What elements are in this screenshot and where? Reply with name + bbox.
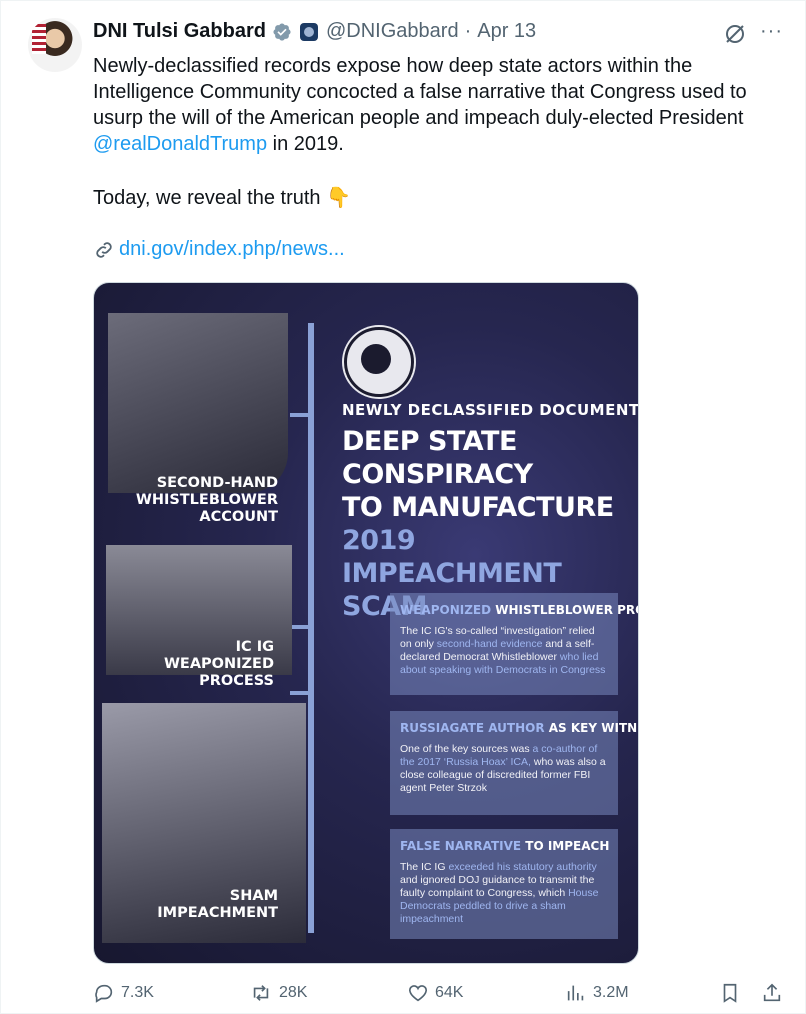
link-icon [96, 241, 112, 258]
info-box-weaponized: WEAPONIZED WHISTLEBLOWER PROCESS The IC … [390, 593, 638, 695]
bookmark-icon [723, 983, 737, 1003]
timeline-tick [290, 625, 312, 629]
tweet-link[interactable]: dni.gov/index.php/news... [93, 238, 345, 261]
verified-badge-icon[interactable] [272, 22, 292, 42]
box-title-highlight: WEAPONIZED [400, 603, 492, 617]
tweet-actions: 7.3K 28K 64K 3.2M [93, 982, 783, 1006]
info-box-russiagate: RUSSIAGATE AUTHOR AS KEY WITNESS One of … [390, 711, 638, 815]
timeline-tick [290, 413, 312, 417]
box-text-highlight: second-hand evidence [436, 638, 543, 650]
caption-ic-ig: IC IG WEAPONIZED PROCESS [163, 639, 274, 689]
author-avatar[interactable] [28, 18, 82, 72]
box-text: One of the key sources was [400, 743, 533, 755]
grok-icon[interactable] [723, 22, 747, 46]
bookmark-button[interactable] [719, 982, 747, 1004]
timeline-tick [290, 691, 312, 695]
author-handle[interactable]: @DNIGabbard [326, 20, 459, 43]
box-title: RUSSIAGATE AUTHOR AS KEY WITNESS [400, 721, 638, 735]
infographic-subheading: NEWLY DECLASSIFIED DOCUMENTS EXPOSE [342, 401, 639, 419]
box-title-rest: WHISTLEBLOWER PROCESS [495, 603, 638, 617]
box-title: FALSE NARRATIVE TO IMPEACH [400, 839, 610, 853]
heading-line-3: 2019 IMPEACHMENT [342, 525, 562, 589]
view-count: 3.2M [593, 984, 629, 1001]
header-separator: · [464, 20, 472, 42]
repost-count: 28K [279, 984, 308, 1001]
box-text: The IC IG [400, 861, 449, 873]
tweet-date[interactable]: Apr 13 [477, 20, 536, 43]
box-body: One of the key sources was a co-author o… [400, 743, 608, 795]
box-body: The IC IG exceeded his statutory authori… [400, 861, 608, 926]
repost-icon [253, 985, 269, 1001]
odni-seal-icon [344, 327, 414, 397]
caption-sham: SHAM IMPEACHMENT [157, 888, 278, 921]
tweet-today-line: Today, we reveal the truth 👇 [93, 187, 351, 209]
box-text: and ignored DOJ guidance to transmit the… [400, 874, 595, 899]
share-icon [763, 983, 781, 1002]
box-title-highlight: RUSSIAGATE AUTHOR [400, 721, 545, 735]
box-title-rest: AS KEY WITNESS [548, 721, 638, 735]
box-body: The IC IG's so-called “investigation” re… [400, 625, 608, 677]
infographic-image[interactable]: SECOND-HAND WHISTLEBLOWER ACCOUNT IC IG … [93, 282, 639, 964]
link-text[interactable]: dni.gov/index.php/news... [119, 238, 345, 261]
caption-second-hand: SECOND-HAND WHISTLEBLOWER ACCOUNT [135, 475, 278, 525]
tweet-text: Newly-declassified records expose how de… [93, 53, 783, 157]
heading-line-1: DEEP STATE CONSPIRACY [342, 426, 533, 490]
share-button[interactable] [761, 982, 789, 1004]
info-box-false-narrative: FALSE NARRATIVE TO IMPEACH The IC IG exc… [390, 829, 618, 939]
views-button[interactable]: 3.2M [565, 982, 629, 1004]
box-title: WEAPONIZED WHISTLEBLOWER PROCESS [400, 603, 638, 617]
like-count: 64K [435, 984, 464, 1001]
views-chart-icon [567, 985, 584, 1001]
tweet-text-body: Newly-declassified records expose how de… [93, 55, 747, 129]
flag-image [32, 24, 46, 54]
box-title-highlight: FALSE NARRATIVE [400, 839, 522, 853]
government-affiliation-icon[interactable] [299, 22, 318, 41]
author-name[interactable]: DNI Tulsi Gabbard [93, 20, 266, 43]
box-title-rest: TO IMPEACH [521, 839, 610, 853]
heading-line-2: TO MANUFACTURE [342, 492, 614, 523]
trump-photo [108, 313, 288, 493]
reply-icon [95, 984, 113, 1003]
reply-count: 7.3K [121, 984, 154, 1001]
repost-button[interactable]: 28K [249, 982, 307, 1004]
tweet-header: DNI Tulsi Gabbard @DNIGabbard · Apr 13 [93, 20, 536, 43]
more-options-icon[interactable]: ··· [760, 20, 783, 43]
heart-icon [408, 985, 428, 1002]
box-text-highlight: exceeded his statutory authority [448, 861, 597, 873]
tweet-text-end: in 2019. [267, 133, 344, 155]
mention-link[interactable]: @realDonaldTrump [93, 133, 267, 155]
like-button[interactable]: 64K [407, 982, 463, 1004]
reply-button[interactable]: 7.3K [93, 982, 154, 1004]
